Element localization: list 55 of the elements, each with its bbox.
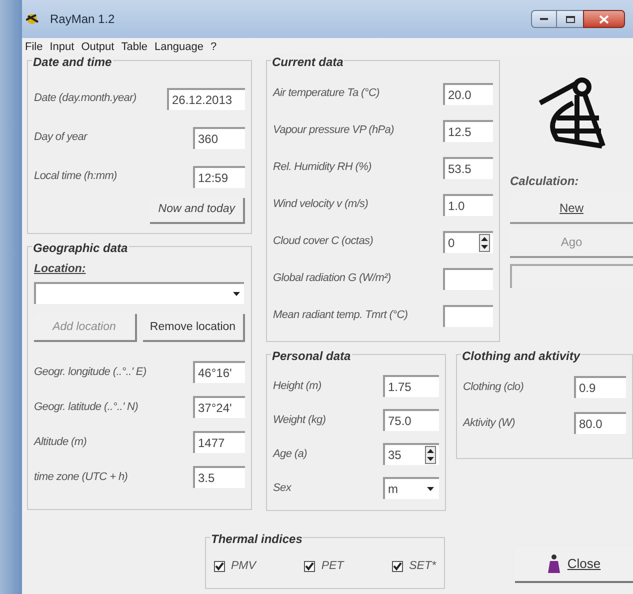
field-label: Mean radiant temp. Tmrt (°C) bbox=[273, 308, 408, 324]
menu-item[interactable]: ? bbox=[210, 38, 217, 56]
field-value: m bbox=[388, 481, 398, 498]
field-label: Age (a) bbox=[273, 446, 307, 462]
field-label: Air temperature Ta (°C) bbox=[273, 86, 380, 102]
input-field[interactable]: 12.5 bbox=[443, 120, 493, 142]
input-field[interactable]: 80.0 bbox=[574, 412, 626, 434]
menu-item[interactable]: Language bbox=[154, 38, 204, 56]
input-field[interactable]: 3.5 bbox=[193, 466, 245, 488]
input-field[interactable]: 20.0 bbox=[443, 82, 493, 104]
field-label: Cloud cover C (octas) bbox=[273, 234, 374, 250]
field-value: 0 bbox=[448, 234, 455, 252]
field-label: Geogr. latitude (..°..' N) bbox=[34, 400, 138, 414]
spin-field[interactable]: 0 bbox=[443, 230, 493, 252]
field-label: Sex bbox=[273, 480, 292, 496]
input-field[interactable]: 1477 bbox=[193, 430, 245, 453]
input-field[interactable]: 37°24' bbox=[193, 396, 245, 418]
field-label: Geogr. longitude (..°..' E) bbox=[34, 364, 146, 380]
field-label: Global radiation G (W/m²) bbox=[273, 271, 391, 286]
checkbox-option[interactable]: PET bbox=[304, 558, 344, 576]
input-field[interactable]: 26.12.2013 bbox=[167, 88, 245, 110]
field-label: Clothing (clo) bbox=[463, 380, 524, 395]
input-field[interactable]: 0.9 bbox=[574, 376, 626, 398]
window-title: RayMan 1.2 bbox=[50, 11, 115, 28]
field-label: Wind velocity v (m/s) bbox=[273, 197, 368, 212]
field-label: Local time (h:mm) bbox=[34, 169, 117, 184]
field-label: Vapour pressure VP (hPa) bbox=[273, 123, 394, 138]
spin-field[interactable]: 35 bbox=[383, 443, 439, 465]
input-field[interactable]: 75.0 bbox=[383, 409, 439, 431]
field-label: Weight (kg) bbox=[273, 412, 326, 428]
menu-item[interactable]: Table bbox=[121, 38, 148, 56]
checkbox-option[interactable]: PMV bbox=[214, 558, 256, 576]
input-field[interactable]: 53.5 bbox=[443, 156, 493, 178]
menu-item[interactable]: Input bbox=[50, 38, 74, 56]
field-label: Altitude (m) bbox=[34, 434, 87, 450]
location-label: Location: bbox=[34, 262, 87, 277]
field-label: Day of year bbox=[34, 130, 87, 146]
field-label: Date (day.month.year) bbox=[34, 91, 136, 106]
menu-item[interactable]: Output bbox=[81, 38, 114, 56]
now-and-today-button[interactable]: Now and today bbox=[150, 198, 245, 224]
input-field[interactable]: 360 bbox=[193, 126, 245, 148]
sex-dropdown[interactable]: m bbox=[383, 477, 439, 499]
input-field[interactable]: 1.75 bbox=[383, 375, 439, 397]
input-field[interactable]: 46°16' bbox=[193, 360, 245, 383]
calculation-label: Calculation: bbox=[510, 173, 580, 190]
field-label: time zone (UTC + h) bbox=[34, 470, 128, 484]
input-field[interactable]: 1.0 bbox=[443, 194, 493, 216]
menu-item[interactable]: File bbox=[25, 38, 43, 56]
field-value: 35 bbox=[388, 447, 402, 464]
checkbox-option[interactable]: SET* bbox=[392, 558, 436, 576]
location-button[interactable]: Remove location bbox=[142, 314, 245, 342]
input-field[interactable]: 12:59 bbox=[193, 166, 245, 188]
field-label: Height (m) bbox=[273, 378, 322, 394]
field-label: Rel. Humidity RH (%) bbox=[273, 160, 372, 176]
field-label: Aktivity (W) bbox=[463, 416, 516, 431]
